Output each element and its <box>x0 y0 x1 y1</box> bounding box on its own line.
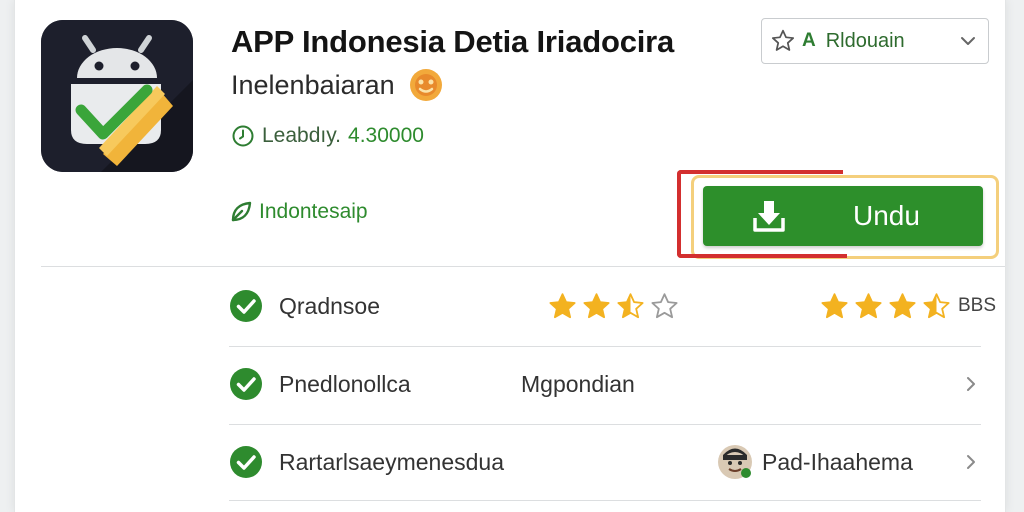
rating-row: Leabdıy. 4.30000 <box>231 124 424 148</box>
detail-row-label: Qradnsoe <box>279 292 381 319</box>
star-outline-icon[interactable] <box>770 28 796 54</box>
section-divider <box>41 266 1005 267</box>
app-listing-card: APP Indonesia Detia Iriadocira Inelenbai… <box>14 0 1006 512</box>
star-half-icon <box>923 292 950 318</box>
download-button[interactable]: Undu <box>703 186 983 246</box>
android-checkmark-icon <box>41 20 193 172</box>
detail-row-value: Mgpondian <box>521 370 635 397</box>
developer-name[interactable]: Indontesaip <box>259 200 368 224</box>
author-name[interactable]: Pad-Ihaahema <box>762 449 913 476</box>
chevron-down-icon[interactable] <box>958 31 978 51</box>
rating-label: Leabdıy. <box>262 124 342 147</box>
subtitle-row: Inelenbaiaran <box>231 68 443 102</box>
highlight-frame-red-tail <box>841 254 847 258</box>
language-badge: A <box>802 30 816 51</box>
chevron-right-icon[interactable] <box>961 374 981 394</box>
app-title: APP Indonesia Detia Iriadocira <box>231 24 675 59</box>
avatar[interactable] <box>717 444 753 480</box>
row-divider <box>229 346 981 347</box>
detail-row-label: Rartarlsaeymenesdua <box>279 448 505 475</box>
row-divider <box>229 424 981 425</box>
chevron-right-icon[interactable] <box>961 452 981 472</box>
app-subtitle: Inelenbaiaran <box>231 69 395 100</box>
detail-row-ratings: Qradnsoe BBS <box>229 276 996 336</box>
star-half-icon <box>617 292 644 318</box>
app-icon[interactable] <box>41 20 193 172</box>
download-label: Undu <box>853 200 920 231</box>
clock-icon <box>232 125 254 147</box>
star-rating-left <box>547 291 680 322</box>
developer-link[interactable]: Indontesaip <box>229 200 368 224</box>
star-full-icon <box>549 292 576 318</box>
detail-row-label: Pnedlonollca <box>279 370 411 397</box>
language-dropdown[interactable]: A Rldouain <box>761 18 989 64</box>
rating-count: BBS <box>958 295 997 316</box>
check-circle-icon <box>230 290 262 322</box>
rating-value: 4.30000 <box>348 124 424 147</box>
download-tray-icon <box>753 201 785 232</box>
detail-row-author[interactable]: Rartarlsaeymenesdua Pad-Ihaahema <box>229 432 989 492</box>
star-full-icon <box>821 292 848 318</box>
star-full-icon <box>889 292 916 318</box>
star-rating-right: BBS <box>819 291 996 322</box>
row-divider <box>229 500 981 501</box>
detail-row-publisher[interactable]: Pnedlonollca Mgpondian <box>229 354 989 414</box>
leaf-icon <box>231 201 252 222</box>
star-empty-icon <box>651 292 678 318</box>
star-full-icon <box>583 292 610 318</box>
star-full-icon <box>855 292 882 318</box>
check-circle-icon <box>230 446 262 478</box>
check-circle-icon <box>230 368 262 400</box>
language-select-value[interactable]: Rldouain <box>826 30 958 53</box>
emoji-badge-icon <box>409 68 443 102</box>
